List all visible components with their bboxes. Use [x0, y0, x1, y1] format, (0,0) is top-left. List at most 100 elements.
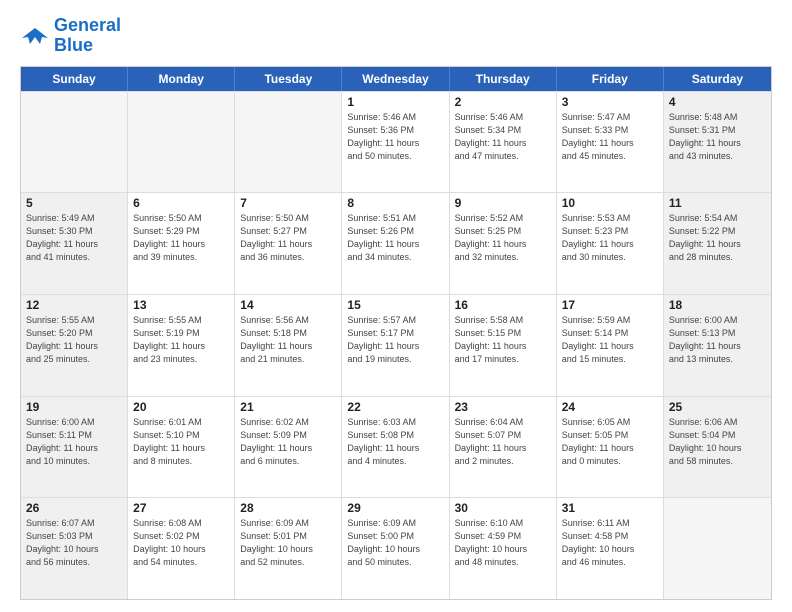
calendar-cell-20: 20Sunrise: 6:01 AM Sunset: 5:10 PM Dayli… — [128, 397, 235, 498]
day-info: Sunrise: 5:55 AM Sunset: 5:20 PM Dayligh… — [26, 314, 122, 366]
day-info: Sunrise: 5:55 AM Sunset: 5:19 PM Dayligh… — [133, 314, 229, 366]
calendar-cell-19: 19 Sunrise: 6:00 AM Sunset: 5:11 PM Dayli… — [21, 397, 128, 498]
day-number: 19 — [26, 400, 122, 414]
day-number: 15 — [347, 298, 443, 312]
calendar-cell-9: 9 Sunrise: 5:52 AM Sunset: 5:25 PM Daylig… — [450, 193, 557, 294]
day-info: Sunrise: 6:07 AM Sunset: 5:03 PM Dayligh… — [26, 517, 122, 569]
day-info: Sunrise: 5:52 AM Sunset: 5:25 PM Dayligh… — [455, 212, 551, 264]
day-number: 24 — [562, 400, 658, 414]
calendar-cell-30: 30 Sunrise: 6:10 AM Sunset: 4:59 PM Dayli… — [450, 498, 557, 599]
calendar-cell-4: 4Sunrise: 5:48 AM Sunset: 5:31 PM Daylig… — [664, 92, 771, 193]
calendar-row-3: 12 Sunrise: 5:55 AM Sunset: 5:20 PM Dayli… — [21, 294, 771, 396]
calendar-cell-22: 22 Sunrise: 6:03 AM Sunset: 5:08 PM Dayli… — [342, 397, 449, 498]
day-number: 25 — [669, 400, 766, 414]
calendar-cell-27: 27Sunrise: 6:08 AM Sunset: 5:02 PM Dayli… — [128, 498, 235, 599]
calendar-cell-24: 24 Sunrise: 6:05 AM Sunset: 5:05 PM Dayli… — [557, 397, 664, 498]
calendar-cell-17: 17 Sunrise: 5:59 AM Sunset: 5:14 PM Dayli… — [557, 295, 664, 396]
day-number: 2 — [455, 95, 551, 109]
day-info: Sunrise: 6:03 AM Sunset: 5:08 PM Dayligh… — [347, 416, 443, 468]
day-number: 14 — [240, 298, 336, 312]
header-day-friday: Friday — [557, 67, 664, 91]
header-day-tuesday: Tuesday — [235, 67, 342, 91]
calendar-cell-empty — [664, 498, 771, 599]
calendar-cell-12: 12 Sunrise: 5:55 AM Sunset: 5:20 PM Dayli… — [21, 295, 128, 396]
day-info: Sunrise: 6:11 AM Sunset: 4:58 PM Dayligh… — [562, 517, 658, 569]
calendar: SundayMondayTuesdayWednesdayThursdayFrid… — [20, 66, 772, 600]
calendar-cell-5: 5 Sunrise: 5:49 AM Sunset: 5:30 PM Daylig… — [21, 193, 128, 294]
calendar-cell-7: 7Sunrise: 5:50 AM Sunset: 5:27 PM Daylig… — [235, 193, 342, 294]
day-info: Sunrise: 6:05 AM Sunset: 5:05 PM Dayligh… — [562, 416, 658, 468]
logo-icon — [20, 24, 50, 48]
day-info: Sunrise: 6:01 AM Sunset: 5:10 PM Dayligh… — [133, 416, 229, 468]
day-number: 3 — [562, 95, 658, 109]
day-number: 30 — [455, 501, 551, 515]
day-info: Sunrise: 5:59 AM Sunset: 5:14 PM Dayligh… — [562, 314, 658, 366]
day-number: 21 — [240, 400, 336, 414]
day-number: 17 — [562, 298, 658, 312]
day-info: Sunrise: 5:53 AM Sunset: 5:23 PM Dayligh… — [562, 212, 658, 264]
day-info: Sunrise: 6:00 AM Sunset: 5:11 PM Dayligh… — [26, 416, 122, 468]
calendar-cell-28: 28 Sunrise: 6:09 AM Sunset: 5:01 PM Dayli… — [235, 498, 342, 599]
day-info: Sunrise: 6:08 AM Sunset: 5:02 PM Dayligh… — [133, 517, 229, 569]
day-info: Sunrise: 6:10 AM Sunset: 4:59 PM Dayligh… — [455, 517, 551, 569]
day-number: 11 — [669, 196, 766, 210]
day-number: 1 — [347, 95, 443, 109]
day-number: 10 — [562, 196, 658, 210]
calendar-cell-empty — [235, 92, 342, 193]
day-info: Sunrise: 5:47 AM Sunset: 5:33 PM Dayligh… — [562, 111, 658, 163]
calendar-cell-18: 18 Sunrise: 6:00 AM Sunset: 5:13 PM Dayli… — [664, 295, 771, 396]
calendar-cell-23: 23 Sunrise: 6:04 AM Sunset: 5:07 PM Dayli… — [450, 397, 557, 498]
day-info: Sunrise: 6:04 AM Sunset: 5:07 PM Dayligh… — [455, 416, 551, 468]
day-number: 8 — [347, 196, 443, 210]
calendar-cell-29: 29Sunrise: 6:09 AM Sunset: 5:00 PM Dayli… — [342, 498, 449, 599]
header-day-monday: Monday — [128, 67, 235, 91]
day-number: 12 — [26, 298, 122, 312]
day-info: Sunrise: 6:09 AM Sunset: 5:00 PM Dayligh… — [347, 517, 443, 569]
day-info: Sunrise: 5:51 AM Sunset: 5:26 PM Dayligh… — [347, 212, 443, 264]
day-info: Sunrise: 5:58 AM Sunset: 5:15 PM Dayligh… — [455, 314, 551, 366]
day-info: Sunrise: 5:49 AM Sunset: 5:30 PM Dayligh… — [26, 212, 122, 264]
day-number: 4 — [669, 95, 766, 109]
calendar-row-5: 26 Sunrise: 6:07 AM Sunset: 5:03 PM Dayli… — [21, 497, 771, 599]
day-info: Sunrise: 6:06 AM Sunset: 5:04 PM Dayligh… — [669, 416, 766, 468]
calendar-cell-16: 16 Sunrise: 5:58 AM Sunset: 5:15 PM Dayli… — [450, 295, 557, 396]
calendar-cell-15: 15 Sunrise: 5:57 AM Sunset: 5:17 PM Dayli… — [342, 295, 449, 396]
calendar-cell-2: 2 Sunrise: 5:46 AM Sunset: 5:34 PM Daylig… — [450, 92, 557, 193]
calendar-cell-11: 11 Sunrise: 5:54 AM Sunset: 5:22 PM Dayli… — [664, 193, 771, 294]
day-number: 23 — [455, 400, 551, 414]
header-day-wednesday: Wednesday — [342, 67, 449, 91]
calendar-cell-13: 13Sunrise: 5:55 AM Sunset: 5:19 PM Dayli… — [128, 295, 235, 396]
calendar-row-4: 19 Sunrise: 6:00 AM Sunset: 5:11 PM Dayli… — [21, 396, 771, 498]
calendar-cell-empty — [128, 92, 235, 193]
day-number: 9 — [455, 196, 551, 210]
calendar-cell-21: 21 Sunrise: 6:02 AM Sunset: 5:09 PM Dayli… — [235, 397, 342, 498]
calendar-cell-14: 14 Sunrise: 5:56 AM Sunset: 5:18 PM Dayli… — [235, 295, 342, 396]
day-info: Sunrise: 6:09 AM Sunset: 5:01 PM Dayligh… — [240, 517, 336, 569]
calendar-cell-8: 8 Sunrise: 5:51 AM Sunset: 5:26 PM Daylig… — [342, 193, 449, 294]
calendar-cell-3: 3 Sunrise: 5:47 AM Sunset: 5:33 PM Daylig… — [557, 92, 664, 193]
header-day-saturday: Saturday — [664, 67, 771, 91]
day-number: 26 — [26, 501, 122, 515]
day-info: Sunrise: 5:56 AM Sunset: 5:18 PM Dayligh… — [240, 314, 336, 366]
day-info: Sunrise: 5:46 AM Sunset: 5:34 PM Dayligh… — [455, 111, 551, 163]
calendar-body: 1 Sunrise: 5:46 AM Sunset: 5:36 PM Daylig… — [21, 91, 771, 599]
calendar-cell-10: 10 Sunrise: 5:53 AM Sunset: 5:23 PM Dayli… — [557, 193, 664, 294]
day-info: Sunrise: 5:54 AM Sunset: 5:22 PM Dayligh… — [669, 212, 766, 264]
day-number: 28 — [240, 501, 336, 515]
calendar-cell-25: 25 Sunrise: 6:06 AM Sunset: 5:04 PM Dayli… — [664, 397, 771, 498]
day-number: 16 — [455, 298, 551, 312]
day-number: 22 — [347, 400, 443, 414]
day-number: 7 — [240, 196, 336, 210]
day-info: Sunrise: 6:00 AM Sunset: 5:13 PM Dayligh… — [669, 314, 766, 366]
day-number: 18 — [669, 298, 766, 312]
calendar-header: SundayMondayTuesdayWednesdayThursdayFrid… — [21, 67, 771, 91]
logo: GeneralBlue — [20, 16, 121, 56]
calendar-cell-1: 1 Sunrise: 5:46 AM Sunset: 5:36 PM Daylig… — [342, 92, 449, 193]
calendar-cell-31: 31Sunrise: 6:11 AM Sunset: 4:58 PM Dayli… — [557, 498, 664, 599]
day-number: 5 — [26, 196, 122, 210]
header-day-sunday: Sunday — [21, 67, 128, 91]
day-info: Sunrise: 6:02 AM Sunset: 5:09 PM Dayligh… — [240, 416, 336, 468]
day-info: Sunrise: 5:57 AM Sunset: 5:17 PM Dayligh… — [347, 314, 443, 366]
day-info: Sunrise: 5:46 AM Sunset: 5:36 PM Dayligh… — [347, 111, 443, 163]
calendar-cell-26: 26 Sunrise: 6:07 AM Sunset: 5:03 PM Dayli… — [21, 498, 128, 599]
